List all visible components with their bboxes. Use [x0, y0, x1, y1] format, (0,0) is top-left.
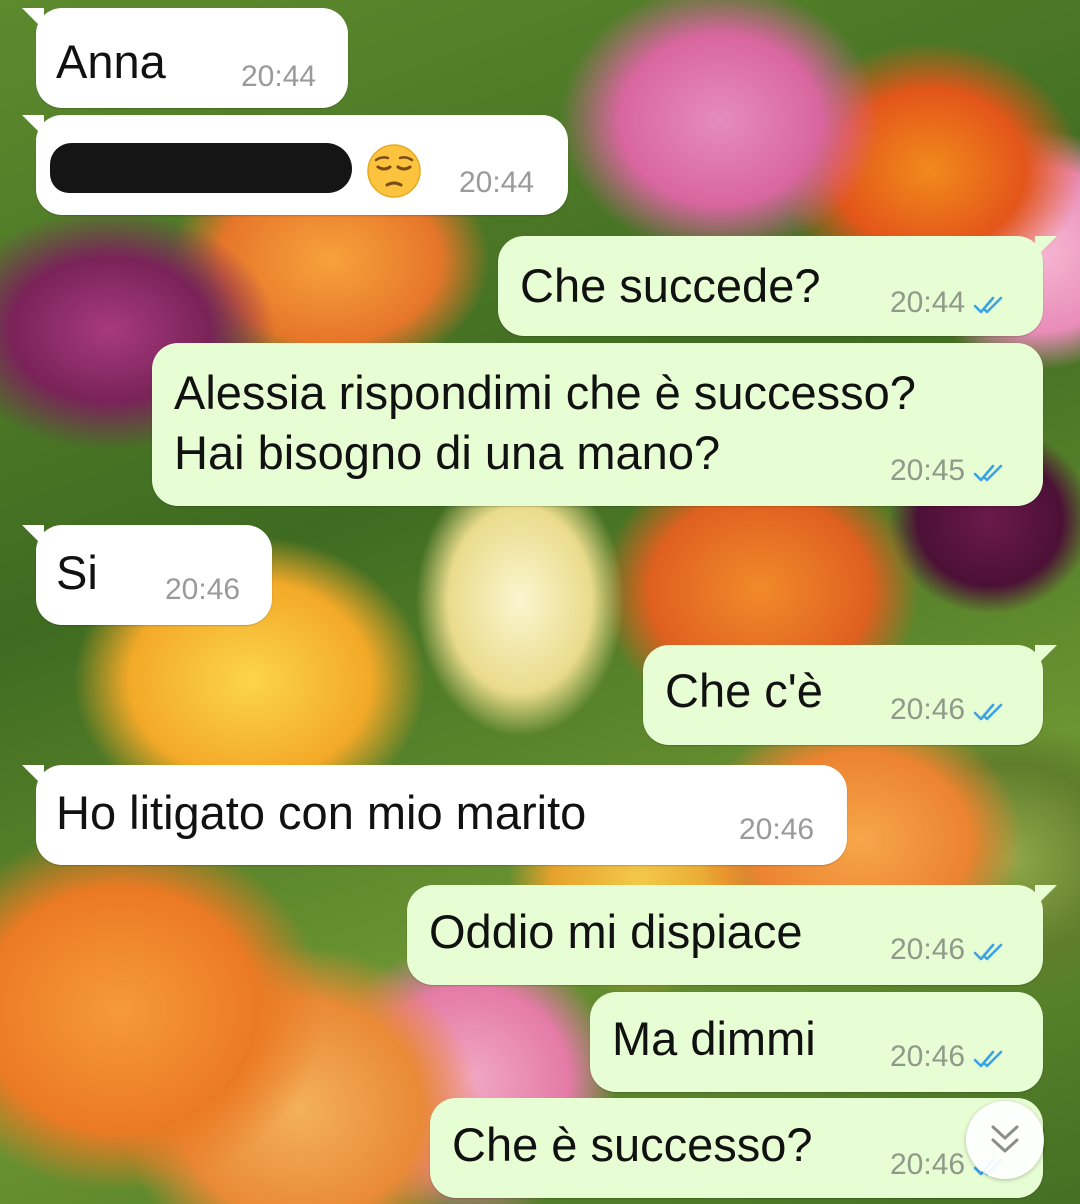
- redaction-mark: [50, 143, 352, 193]
- double-check-read-icon: [973, 943, 1003, 961]
- message-text: Oddio mi dispiace: [429, 905, 803, 958]
- message-timestamp: 20:45: [890, 454, 1007, 488]
- message-timestamp: 20:46: [890, 933, 1007, 967]
- chat-conversation[interactable]: Anna 20:44 20:44 Che succede? 20:44 Ales…: [0, 0, 1080, 1204]
- message-timestamp: 20:46: [165, 573, 241, 606]
- message-text: Si: [56, 546, 98, 599]
- message-timestamp: 20:44: [459, 166, 535, 199]
- message-text: Alessia rispondimi che è successo? Hai b…: [174, 366, 916, 479]
- double-check-read-icon: [973, 296, 1003, 314]
- message-text: Ho litigato con mio marito: [56, 786, 587, 839]
- message-text: Ma dimmi: [612, 1012, 816, 1065]
- message-text: Che è successo?: [452, 1118, 813, 1171]
- message-timestamp: 20:44: [890, 286, 1007, 320]
- message-text: Che succede?: [520, 259, 821, 312]
- message-outgoing[interactable]: Ma dimmi 20:46: [590, 992, 1043, 1092]
- double-chevron-down-icon: [991, 1125, 1019, 1153]
- message-outgoing[interactable]: Alessia rispondimi che è successo? Hai b…: [152, 343, 1043, 506]
- message-text: Anna: [56, 35, 166, 88]
- message-timestamp: 20:46: [739, 813, 815, 846]
- scroll-to-bottom-button[interactable]: [966, 1101, 1044, 1179]
- message-incoming[interactable]: Anna 20:44: [22, 8, 348, 108]
- message-timestamp: 20:46: [890, 1040, 1007, 1074]
- double-check-read-icon: [973, 464, 1003, 482]
- message-outgoing[interactable]: Che c'è 20:46: [643, 645, 1057, 745]
- message-incoming[interactable]: Si 20:46: [22, 525, 272, 625]
- double-check-read-icon: [973, 1050, 1003, 1068]
- message-outgoing[interactable]: Oddio mi dispiace 20:46: [407, 885, 1057, 985]
- message-text: Che c'è: [665, 664, 823, 717]
- pensive-face-icon: [367, 144, 421, 198]
- message-timestamp: 20:46: [890, 693, 1007, 727]
- message-incoming[interactable]: Ho litigato con mio marito 20:46: [22, 765, 847, 865]
- message-outgoing[interactable]: Che è successo? 20:46: [430, 1098, 1043, 1198]
- double-check-read-icon: [973, 703, 1003, 721]
- message-timestamp: 20:44: [241, 60, 317, 93]
- message-outgoing[interactable]: Che succede? 20:44: [498, 236, 1057, 336]
- message-incoming-redacted[interactable]: 20:44: [22, 115, 568, 215]
